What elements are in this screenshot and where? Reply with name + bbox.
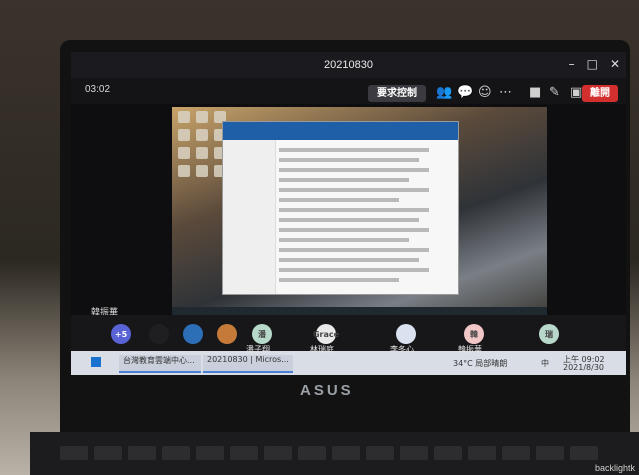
close-button[interactable]: ✕ [610, 57, 620, 71]
chat-icon[interactable]: 💬 [457, 86, 473, 100]
windows-start-icon[interactable] [91, 357, 101, 367]
meeting-title-bar: 20210830 – □ ✕ [71, 52, 626, 78]
participant-avatar[interactable]: 瑞 [539, 324, 559, 344]
participant-avatar[interactable]: Grace [313, 324, 339, 344]
participant-avatar[interactable] [217, 324, 237, 344]
taskbar-app-teams-meeting[interactable]: 20210830 | Micros... [203, 355, 293, 373]
participant-name: 林瑞庭 [310, 345, 334, 354]
participants-icon[interactable]: 👥 [436, 86, 452, 100]
remote-file-explorer-window [222, 121, 459, 295]
participant-name: 潘子翔 [246, 345, 270, 354]
meeting-toolbar [71, 78, 626, 104]
participant-avatar[interactable] [149, 324, 169, 344]
participant-name: 李冬心 [390, 345, 414, 354]
laptop-brand-logo: ASUS [300, 382, 354, 399]
laptop-screen: 20210830 – □ ✕ 03:02 要求控制 👥 💬 ☺ ⋯ ■ ✎ ▣ … [71, 52, 626, 375]
photo-watermark: backlightk [594, 463, 635, 473]
shared-screen-content [172, 107, 547, 317]
remote-desktop-icons [178, 111, 226, 177]
ime-indicator[interactable]: 中 [541, 358, 549, 369]
explorer-nav-pane [223, 140, 276, 294]
weather-status[interactable]: 34°C 局部晴朗 [453, 358, 507, 369]
window-controls: – □ ✕ [569, 57, 620, 71]
participant-avatar[interactable] [183, 324, 203, 344]
taskbar-app-edu-cloud[interactable]: 台灣教育雲端中心... [119, 355, 201, 373]
mic-off-icon[interactable]: ✎ [549, 86, 560, 100]
participant-avatar[interactable]: +5 [111, 324, 131, 344]
meeting-timer: 03:02 [85, 84, 111, 95]
participant-name: 韓振華 [458, 345, 482, 354]
minimize-button[interactable]: – [569, 57, 575, 71]
maximize-button[interactable]: □ [587, 57, 598, 71]
explorer-ribbon [223, 122, 458, 140]
leave-button[interactable]: 離開 [582, 85, 618, 102]
request-control-button[interactable]: 要求控制 [368, 85, 426, 102]
reactions-icon[interactable]: ☺ [478, 86, 492, 100]
clock-date[interactable]: 2021/8/30 [563, 363, 604, 372]
participant-avatar[interactable]: 韓 [464, 324, 484, 344]
keyboard-key-row [60, 446, 598, 460]
meeting-title: 20210830 [324, 59, 373, 71]
camera-off-icon[interactable]: ■ [529, 86, 541, 100]
participant-avatar[interactable] [396, 324, 416, 344]
more-icon[interactable]: ⋯ [499, 86, 512, 100]
participant-avatar[interactable]: 潘 [252, 324, 272, 344]
share-screen-icon[interactable]: ▣ [570, 86, 582, 100]
